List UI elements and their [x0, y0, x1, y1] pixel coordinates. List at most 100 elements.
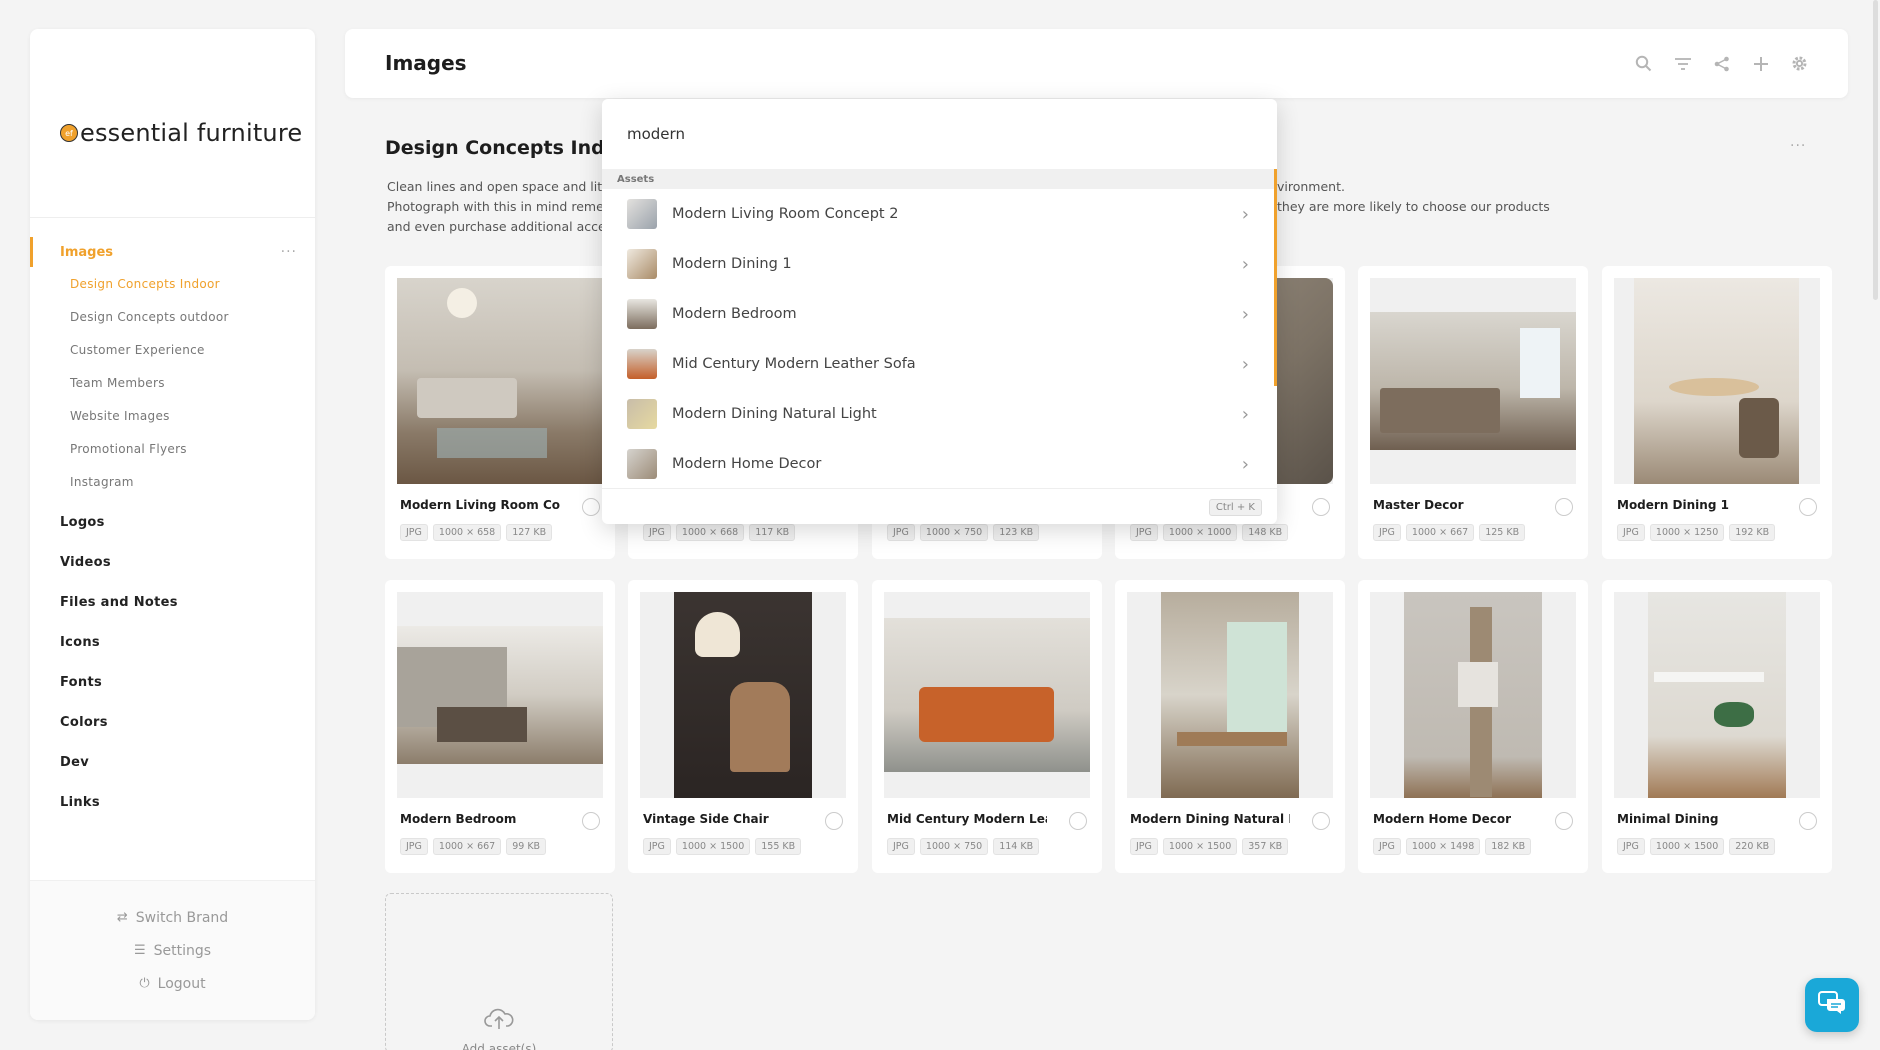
asset-name: Modern Dining Natural Light	[1130, 812, 1290, 826]
chevron-right-icon: ›	[1241, 253, 1249, 275]
asset-card[interactable]: Master Decor JPG 1000 × 667 125 KB	[1358, 266, 1588, 559]
chevron-right-icon: ›	[1241, 453, 1249, 475]
asset-card[interactable]: Modern Dining Natural Light JPG1000 × 15…	[1115, 580, 1345, 873]
search-input[interactable]: modern	[602, 99, 1277, 169]
desc-line-3: and even purchase additional acce	[387, 219, 606, 234]
asset-card[interactable]: Modern Dining 1 JPG 1000 × 1250 192 KB	[1602, 266, 1832, 559]
asset-name: Mid Century Modern Leather Sofa	[887, 812, 1047, 826]
subnav-item-website-images[interactable]: Website Images	[70, 399, 315, 432]
sidebar-item-files-and-notes[interactable]: Files and Notes	[30, 582, 315, 622]
asset-tags: JPG 1000 × 667 125 KB	[1373, 524, 1526, 541]
asset-name: Modern Home Decor	[1373, 812, 1512, 826]
subnav-item-design-concepts-indoor[interactable]: Design Concepts Indoor	[70, 267, 315, 300]
sidebar-item-videos[interactable]: Videos	[30, 542, 315, 582]
select-radio[interactable]	[1555, 498, 1573, 516]
sliders-icon: ☰	[133, 943, 146, 958]
asset-tags: JPG 1000 × 667 99 KB	[400, 838, 547, 855]
asset-card[interactable]: Modern Bedroom JPG 1000 × 667 99 KB	[385, 580, 615, 873]
search-result-item[interactable]: Modern Bedroom ›	[602, 289, 1277, 339]
share-icon[interactable]	[1711, 53, 1732, 74]
dimensions-badge: 1000 × 1500	[1649, 838, 1725, 855]
file-size-badge: 114 KB	[993, 838, 1040, 855]
dimensions-badge: 1000 × 668	[675, 524, 745, 541]
settings-button[interactable]: ☰ Settings	[30, 934, 315, 967]
chat-icon	[1818, 991, 1846, 1019]
sidebar-item-logos[interactable]: Logos	[30, 502, 315, 542]
asset-thumbnail	[1614, 592, 1820, 798]
asset-thumbnail	[397, 278, 603, 484]
subnav-item-design-concepts-outdoor[interactable]: Design Concepts outdoor	[70, 300, 315, 333]
result-thumbnail	[627, 249, 657, 279]
asset-thumbnail	[1127, 592, 1333, 798]
asset-card[interactable]: Vintage Side Chair JPG 1000 × 1500 155 KB	[628, 580, 858, 873]
asset-tags: JPG 1000 × 658 127 KB	[400, 524, 553, 541]
subnav-item-customer-experience[interactable]: Customer Experience	[70, 333, 315, 366]
switch-icon: ⇄	[116, 910, 128, 925]
search-result-item[interactable]: Modern Living Room Concept 2 ›	[602, 189, 1277, 239]
file-size-badge: 125 KB	[1479, 524, 1526, 541]
dropdown-scrollbar[interactable]	[1274, 169, 1277, 386]
asset-tags: JPG 1000 × 1500 220 KB	[1617, 838, 1776, 855]
select-radio[interactable]	[582, 498, 600, 516]
file-type-badge: JPG	[400, 838, 428, 855]
search-result-item[interactable]: Modern Dining 1 ›	[602, 239, 1277, 289]
subnav-item-team-members[interactable]: Team Members	[70, 366, 315, 399]
asset-thumbnail	[884, 592, 1090, 798]
select-radio[interactable]	[1069, 812, 1087, 830]
brand-logo[interactable]: ef essential furniture	[60, 119, 302, 147]
sidebar-item-dev[interactable]: Dev	[30, 742, 315, 782]
desc-line-2-end: they are more likely to choose our produ…	[1277, 199, 1550, 214]
asset-card[interactable]: Mid Century Modern Leather Sofa JPG1000 …	[872, 580, 1102, 873]
page-scrollbar[interactable]	[1873, 0, 1878, 300]
select-radio[interactable]	[582, 812, 600, 830]
gear-icon[interactable]	[1789, 53, 1810, 74]
filter-icon[interactable]	[1672, 53, 1693, 74]
asset-card[interactable]: Modern Living Room Concept 2 JPG1000 × 6…	[385, 266, 615, 559]
asset-thumbnail	[1370, 278, 1576, 484]
add-icon[interactable]	[1750, 53, 1771, 74]
more-icon[interactable]: ···	[281, 244, 297, 260]
chevron-right-icon: ›	[1241, 353, 1249, 375]
asset-tags: JPG 1000 × 750 123 KB	[887, 524, 1040, 541]
add-asset-dropzone[interactable]: Add asset(s)	[385, 893, 613, 1050]
file-size-badge: 148 KB	[1242, 524, 1289, 541]
select-radio[interactable]	[1799, 812, 1817, 830]
file-size-badge: 192 KB	[1729, 524, 1776, 541]
file-type-badge: JPG	[400, 524, 428, 541]
logout-button[interactable]: ⏻ Logout	[30, 967, 315, 1000]
sidebar-item-images[interactable]: Images ···	[30, 237, 315, 267]
asset-thumbnail	[397, 592, 603, 798]
file-size-badge: 182 KB	[1485, 838, 1532, 855]
select-radio[interactable]	[1312, 498, 1330, 516]
sidebar-item-links[interactable]: Links	[30, 782, 315, 822]
search-result-item[interactable]: Modern Dining Natural Light ›	[602, 389, 1277, 439]
subnav-item-instagram[interactable]: Instagram	[70, 465, 315, 498]
file-size-badge: 127 KB	[506, 524, 553, 541]
dimensions-badge: 1000 × 658	[432, 524, 502, 541]
section-more-icon[interactable]: ···	[1790, 138, 1806, 154]
switch-brand-label: Switch Brand	[135, 909, 229, 926]
file-type-badge: JPG	[1130, 524, 1158, 541]
asset-thumbnail	[1614, 278, 1820, 484]
subnav-item-promotional-flyers[interactable]: Promotional Flyers	[70, 432, 315, 465]
desc-line-2: Photograph with this in mind remer	[387, 199, 609, 214]
asset-name: Modern Living Room Concept 2	[400, 498, 560, 512]
file-type-badge: JPG	[643, 838, 671, 855]
select-radio[interactable]	[1312, 812, 1330, 830]
search-icon[interactable]	[1633, 53, 1654, 74]
result-label: Modern Bedroom	[672, 306, 797, 322]
search-result-item[interactable]: Modern Home Decor ›	[602, 439, 1277, 489]
sidebar-item-icons[interactable]: Icons	[30, 622, 315, 662]
asset-card[interactable]: Minimal Dining JPG 1000 × 1500 220 KB	[1602, 580, 1832, 873]
sidebar-item-colors[interactable]: Colors	[30, 702, 315, 742]
select-radio[interactable]	[1799, 498, 1817, 516]
sidebar-item-fonts[interactable]: Fonts	[30, 662, 315, 702]
select-radio[interactable]	[825, 812, 843, 830]
select-radio[interactable]	[1555, 812, 1573, 830]
chat-button[interactable]	[1805, 978, 1859, 1032]
search-result-item[interactable]: Mid Century Modern Leather Sofa ›	[602, 339, 1277, 389]
switch-brand-button[interactable]: ⇄ Switch Brand	[30, 901, 315, 934]
desc-line-1-end: vironment.	[1277, 179, 1345, 194]
chevron-right-icon: ›	[1241, 403, 1249, 425]
asset-card[interactable]: Modern Home Decor JPG 1000 × 1498 182 KB	[1358, 580, 1588, 873]
